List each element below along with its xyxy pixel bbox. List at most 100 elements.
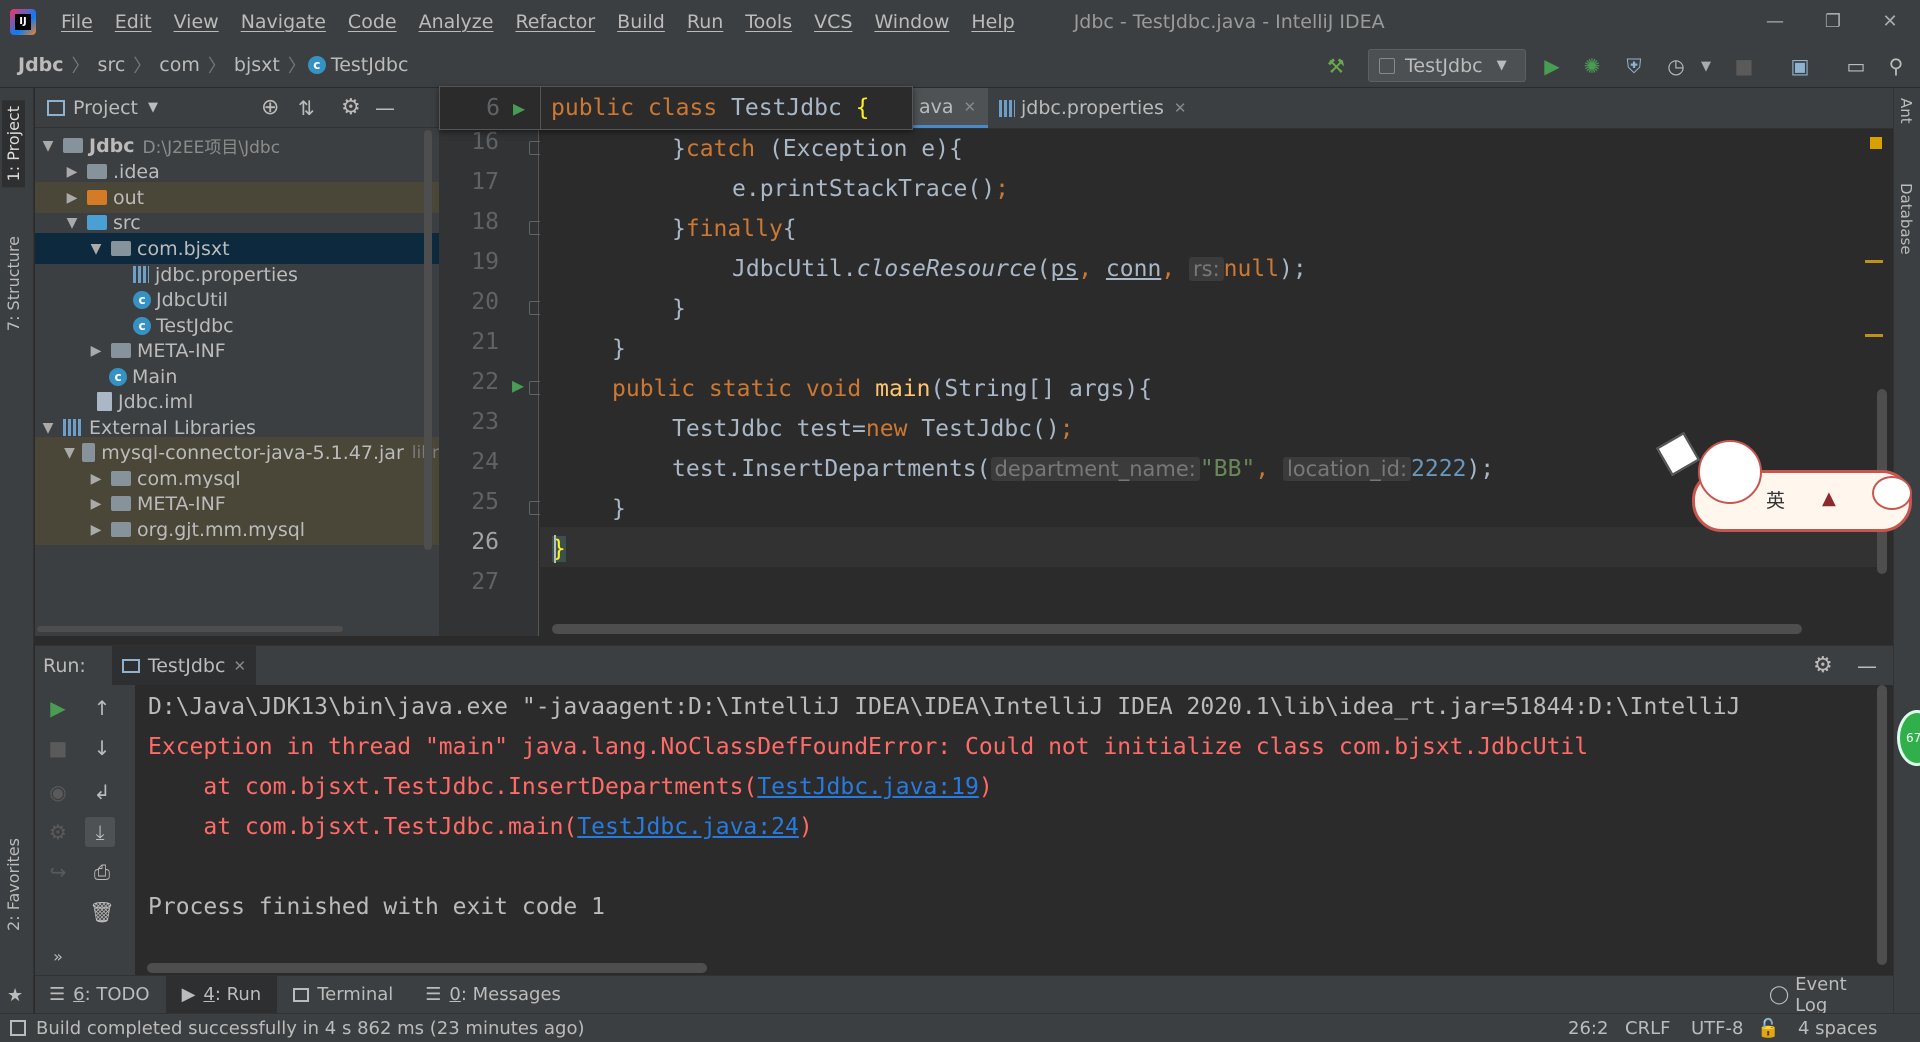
- todo-tool-tab[interactable]: ☰ 6: TODO: [35, 976, 166, 1014]
- gear-icon[interactable]: ⚙: [1813, 653, 1833, 678]
- breadcrumb-testjdbc[interactable]: TestJdbc: [331, 54, 415, 76]
- menu-window[interactable]: Window: [863, 11, 960, 33]
- terminal-tool-tab[interactable]: Terminal: [277, 976, 409, 1014]
- run-console[interactable]: D:\Java\JDK13\bin\java.exe "-javaagent:D…: [135, 685, 1893, 975]
- tree-item-org-gjt[interactable]: ▶ org.gjt.mm.mysql: [35, 514, 439, 545]
- ant-tool-tab[interactable]: Ant: [1897, 98, 1915, 124]
- error-stripe-mark[interactable]: [1865, 260, 1883, 263]
- run-icon[interactable]: ▶: [1538, 52, 1566, 80]
- more-chevron-icon[interactable]: »: [43, 941, 73, 971]
- status-toggle-icon[interactable]: [10, 1020, 26, 1036]
- stop-icon[interactable]: ■: [43, 733, 73, 763]
- rerun-icon[interactable]: ▶: [43, 693, 73, 723]
- minimize-icon[interactable]: —: [1747, 0, 1803, 43]
- build-hammer-icon[interactable]: ⚒: [1322, 52, 1350, 80]
- tab-jdbc-properties[interactable]: jdbc.properties ✕: [987, 88, 1198, 128]
- structure-tool-tab[interactable]: 7: Structure: [4, 236, 23, 331]
- collapsed-arrow-icon[interactable]: ▶: [63, 164, 81, 180]
- dump-threads-icon[interactable]: ◉: [43, 777, 73, 807]
- status-message[interactable]: Build completed successfully in 4 s 862 …: [36, 1018, 585, 1039]
- stop-icon[interactable]: ■: [1730, 52, 1758, 80]
- clear-trash-icon[interactable]: 🗑: [87, 897, 117, 927]
- run-tab-testjdbc[interactable]: TestJdbc ✕: [111, 645, 257, 686]
- messages-tool-tab[interactable]: ☰ 0: Messages: [409, 976, 577, 1014]
- breadcrumb-jdbc[interactable]: Jdbc: [12, 54, 70, 76]
- close-tab-icon[interactable]: ✕: [1174, 99, 1187, 117]
- sticky-scope-header[interactable]: 6 ▶ public class TestJdbc {: [439, 86, 913, 130]
- console-scrollbar-vertical[interactable]: [1877, 685, 1887, 965]
- close-window-icon[interactable]: ✕: [1862, 0, 1918, 43]
- expanded-arrow-icon[interactable]: ▼: [63, 215, 81, 231]
- code-editor[interactable]: }catch}catch (Exception e){ e.printStack…: [540, 129, 1893, 636]
- close-tab-icon[interactable]: ✕: [233, 657, 246, 675]
- profile-icon[interactable]: ◷: [1662, 52, 1690, 80]
- scroll-to-end-icon[interactable]: ⤓: [85, 817, 115, 847]
- search-icon[interactable]: ⚲: [1882, 52, 1910, 80]
- menu-help[interactable]: Help: [960, 11, 1025, 33]
- collapsed-arrow-icon[interactable]: ▶: [87, 522, 105, 538]
- project-tool-tab[interactable]: 1: Project: [2, 100, 25, 188]
- expanded-arrow-icon[interactable]: ▼: [39, 138, 57, 154]
- stack-link[interactable]: TestJdbc.java:19: [757, 774, 979, 800]
- expanded-arrow-icon[interactable]: ▼: [39, 420, 57, 436]
- menu-tools[interactable]: Tools: [734, 11, 803, 33]
- collapse-all-icon[interactable]: ⇅: [298, 96, 315, 120]
- collapsed-arrow-icon[interactable]: ▶: [87, 471, 105, 487]
- lock-icon[interactable]: 🔓: [1757, 1018, 1779, 1039]
- chevron-down-icon[interactable]: ▼: [148, 100, 158, 115]
- project-scrollbar-vertical[interactable]: [424, 130, 432, 550]
- line-separator[interactable]: CRLF: [1625, 1018, 1670, 1039]
- breadcrumb-com[interactable]: com: [153, 54, 206, 76]
- project-structure-icon[interactable]: ▣: [1786, 52, 1814, 80]
- presentation-icon[interactable]: ▭: [1842, 52, 1870, 80]
- collapsed-arrow-icon[interactable]: ▶: [63, 190, 81, 206]
- coverage-icon[interactable]: ⛨: [1620, 52, 1648, 80]
- settings-icon[interactable]: ⚙: [43, 817, 73, 847]
- menu-run[interactable]: Run: [676, 11, 734, 33]
- profile-chevron-icon[interactable]: ▼: [1692, 52, 1720, 80]
- file-encoding[interactable]: UTF-8: [1691, 1018, 1743, 1039]
- menu-navigate[interactable]: Navigate: [230, 11, 337, 33]
- scroll-down-icon[interactable]: ↓: [87, 733, 117, 763]
- hide-panel-icon[interactable]: —: [375, 96, 395, 120]
- close-tab-icon[interactable]: ✕: [964, 98, 977, 116]
- soft-wrap-icon[interactable]: ↲: [87, 777, 117, 807]
- run-class-gutter-icon[interactable]: ▶: [513, 96, 525, 120]
- debug-bug-icon[interactable]: ✺: [1578, 52, 1606, 80]
- menu-build[interactable]: Build: [606, 11, 676, 33]
- project-view-select[interactable]: Project: [73, 97, 138, 119]
- event-log-tool-tab[interactable]: ◯ Event Log: [1753, 974, 1893, 1016]
- favorites-star-icon[interactable]: ★: [7, 985, 23, 1006]
- breadcrumb-bjsxt[interactable]: bjsxt: [228, 54, 286, 76]
- restore-layout-icon[interactable]: ↪: [43, 857, 73, 887]
- locate-crosshair-icon[interactable]: ⊕: [261, 95, 279, 120]
- caret-position[interactable]: 26:2: [1568, 1018, 1608, 1039]
- expanded-arrow-icon[interactable]: ▼: [87, 241, 105, 257]
- run-main-gutter-icon[interactable]: ▶: [512, 373, 524, 397]
- breadcrumb-src[interactable]: src: [92, 54, 132, 76]
- favorites-tool-tab[interactable]: 2: Favorites: [4, 838, 23, 931]
- collapsed-arrow-icon[interactable]: ▶: [87, 343, 105, 359]
- console-scrollbar-horizontal[interactable]: [147, 963, 707, 973]
- menu-code[interactable]: Code: [337, 11, 408, 33]
- project-scrollbar-horizontal[interactable]: [37, 626, 343, 632]
- run-configuration-select[interactable]: TestJdbc ▼: [1368, 49, 1526, 82]
- stack-link[interactable]: TestJdbc.java:24: [577, 814, 799, 840]
- indent-setting[interactable]: 4 spaces: [1798, 1018, 1877, 1039]
- warning-marker-icon[interactable]: [1870, 137, 1882, 149]
- run-tool-tab[interactable]: ▶ 4: Run: [165, 975, 278, 1014]
- tab-testjdbc-java[interactable]: ava ✕: [907, 88, 989, 128]
- menu-vcs[interactable]: VCS: [803, 11, 863, 33]
- menu-analyze[interactable]: Analyze: [408, 11, 505, 33]
- expanded-arrow-icon[interactable]: ▼: [63, 445, 76, 461]
- input-method-sticker[interactable]: 英 ▲: [1652, 430, 1920, 540]
- restore-icon[interactable]: ❐: [1805, 0, 1861, 43]
- collapsed-arrow-icon[interactable]: ▶: [87, 496, 105, 512]
- gear-icon[interactable]: ⚙: [341, 95, 361, 120]
- menu-refactor[interactable]: Refactor: [504, 11, 606, 33]
- print-icon[interactable]: ⎙: [87, 857, 117, 887]
- editor-scrollbar-horizontal[interactable]: [552, 624, 1802, 634]
- hide-panel-icon[interactable]: —: [1857, 654, 1877, 678]
- database-tool-tab[interactable]: Database: [1897, 183, 1915, 255]
- menu-view[interactable]: View: [163, 11, 230, 33]
